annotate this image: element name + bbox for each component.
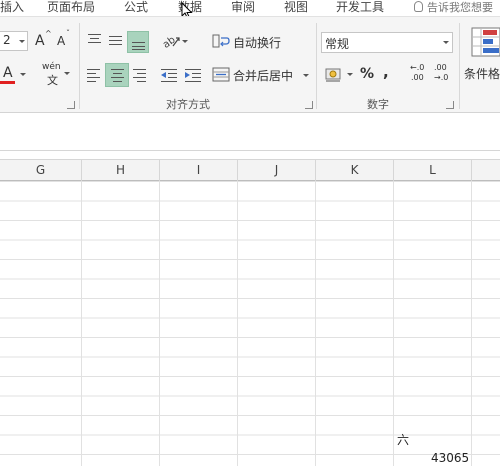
font-color-icon: A <box>3 65 13 81</box>
chevron-down-icon <box>19 40 25 43</box>
shrink-arrow-glyph: ˇ <box>66 29 70 38</box>
number-dialog-launcher-icon[interactable] <box>446 101 454 109</box>
accounting-currency-icon <box>325 68 341 82</box>
svg-text:ab: ab <box>162 35 178 49</box>
phonetic-icon: wén <box>42 62 61 72</box>
tell-me-text: 告诉我您想要 <box>427 1 493 14</box>
grid-column-line <box>471 181 472 466</box>
grid-column-line <box>81 181 82 466</box>
column-header-h[interactable]: H <box>82 160 160 181</box>
number-group-label: 数字 <box>367 98 389 111</box>
conditional-formatting-label: 条件格 <box>464 67 500 81</box>
merge-cells-icon <box>212 67 230 82</box>
wrap-text-button[interactable]: 自动换行 <box>212 32 308 52</box>
shrink-font-button[interactable]: A ˇ <box>56 29 74 51</box>
ribbon-panel: 2 A ^ A ˇ A wén 文 ab 自动换行 合并后居中 对齐方式 常规 … <box>0 16 500 113</box>
merge-center-label: 合并后居中 <box>233 69 294 83</box>
tab-view[interactable]: 视图 <box>284 0 308 15</box>
orientation-button[interactable]: ab <box>160 31 190 51</box>
grid-column-line <box>159 181 160 466</box>
decrease-decimal-button[interactable]: .00 →.0 <box>432 63 454 87</box>
formula-bar-area <box>0 113 500 150</box>
indent-arrow-right-icon <box>185 72 190 78</box>
chevron-down-icon <box>347 73 353 76</box>
orientation-icon: ab <box>162 35 180 49</box>
tell-me-box[interactable]: 告诉我您想要 <box>414 0 493 15</box>
phonetic-guide-button[interactable]: wén 文 <box>40 62 70 91</box>
grow-font-button[interactable]: A ^ <box>33 29 53 51</box>
tab-formulas[interactable]: 公式 <box>124 0 148 15</box>
increase-decimal-bottom: .00 <box>411 73 424 82</box>
number-format-select[interactable]: 常规 <box>321 32 453 53</box>
increase-indent-button[interactable] <box>184 65 204 85</box>
column-header-g[interactable]: G <box>0 160 82 181</box>
conditional-formatting-button[interactable]: 条件格 <box>462 23 500 83</box>
merge-center-button[interactable]: 合并后居中 <box>212 65 312 85</box>
phonetic-char: 文 <box>47 74 58 87</box>
cell-l-date-value[interactable]: 43065 <box>431 451 469 465</box>
lightbulb-icon <box>414 1 423 12</box>
tab-insert[interactable]: 插入 <box>0 0 24 15</box>
formula-bar-border <box>0 150 500 151</box>
align-center-button[interactable] <box>105 63 129 87</box>
column-header-k[interactable]: K <box>316 160 394 181</box>
chevron-down-icon <box>182 40 188 43</box>
column-header-m[interactable] <box>472 160 500 181</box>
grid-column-line <box>393 181 394 466</box>
indent-arrow-left-icon <box>161 72 166 78</box>
grow-arrow-glyph: ^ <box>45 29 52 38</box>
font-dialog-launcher-icon[interactable] <box>67 101 75 109</box>
accounting-format-button[interactable] <box>323 64 355 86</box>
alignment-dialog-launcher-icon[interactable] <box>305 101 313 109</box>
grow-font-icon: A <box>35 33 45 49</box>
align-left-button[interactable] <box>86 65 104 85</box>
tab-page-layout[interactable]: 页面布局 <box>47 0 95 15</box>
group-separator <box>316 23 317 109</box>
comma-icon: , <box>383 63 389 81</box>
chevron-down-icon <box>64 72 70 75</box>
bottom-align-button[interactable] <box>127 31 149 53</box>
worksheet-grid[interactable] <box>0 181 500 466</box>
ribbon-tab-bar: 插入 页面布局 公式 数据 审阅 视图 开发工具 告诉我您想要 <box>0 0 500 20</box>
align-right-button[interactable] <box>131 65 149 85</box>
font-color-bar <box>0 81 15 84</box>
wrap-text-icon <box>212 34 230 48</box>
group-separator <box>79 23 80 109</box>
middle-align-button[interactable] <box>107 31 125 49</box>
column-header-row: G H I J K L <box>0 159 500 181</box>
decrease-decimal-bottom: →.0 <box>434 73 449 82</box>
shrink-font-icon: A <box>57 34 66 48</box>
comma-style-button[interactable]: , <box>381 63 393 85</box>
column-header-i[interactable]: I <box>160 160 238 181</box>
wrap-text-label: 自动换行 <box>233 36 282 50</box>
tab-review[interactable]: 审阅 <box>231 0 255 15</box>
percent-style-button[interactable]: % <box>359 65 375 85</box>
increase-decimal-button[interactable]: ←.0 .00 <box>408 63 430 87</box>
alignment-group-label: 对齐方式 <box>166 98 210 111</box>
chevron-down-icon <box>20 73 26 76</box>
increase-decimal-top: ←.0 <box>410 63 425 72</box>
cell-l-weekday[interactable]: 六 <box>397 431 409 448</box>
grid-column-line <box>237 181 238 466</box>
font-size-value: 2 <box>3 33 11 47</box>
decrease-indent-button[interactable] <box>160 65 180 85</box>
chevron-down-icon <box>443 41 449 44</box>
group-separator <box>459 23 460 109</box>
percent-icon: % <box>360 66 375 82</box>
column-header-j[interactable]: J <box>238 160 316 181</box>
chevron-down-icon <box>303 74 309 77</box>
top-align-button[interactable] <box>86 31 104 49</box>
column-header-l[interactable]: L <box>394 160 472 181</box>
font-size-combo[interactable]: 2 <box>0 31 28 51</box>
tab-developer[interactable]: 开发工具 <box>336 0 384 15</box>
grid-column-line <box>315 181 316 466</box>
number-format-value: 常规 <box>325 37 350 51</box>
conditional-formatting-icon <box>471 27 500 57</box>
decrease-decimal-top: .00 <box>434 63 447 72</box>
font-color-button[interactable]: A <box>0 65 26 87</box>
